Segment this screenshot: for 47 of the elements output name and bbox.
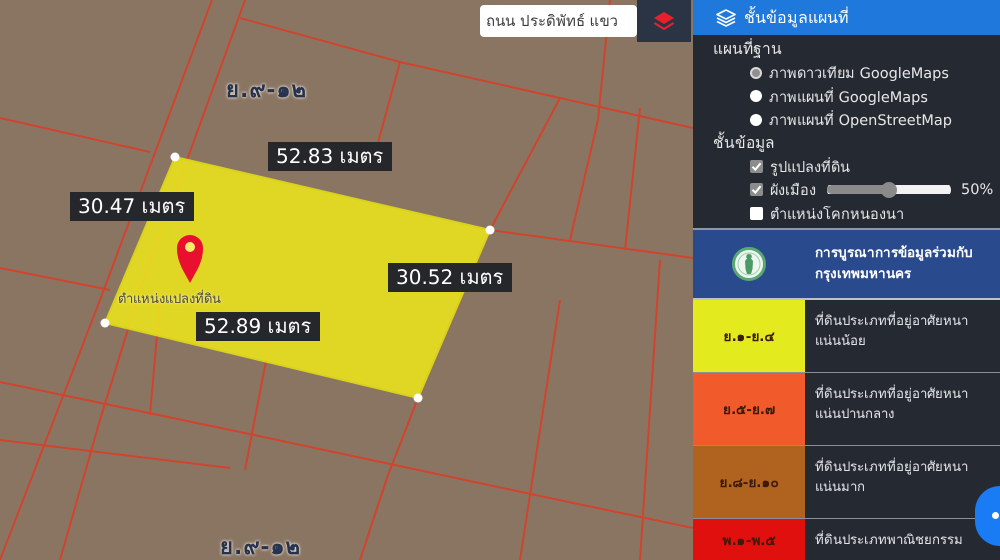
checkbox-label[interactable]: ตำแหน่งโคกหนองนา [770, 202, 904, 225]
section-heading: ชั้นข้อมูล [713, 132, 775, 154]
checkmark-icon [751, 160, 762, 172]
radio-button[interactable] [750, 90, 762, 102]
checkbox-label[interactable]: รูปแปลงที่ดิน [770, 154, 850, 178]
zone-code-swatch: ย.๘-ย.๑๐ [693, 446, 805, 518]
radio-label[interactable]: ภาพแผนที่ GoogleMaps [769, 84, 928, 108]
radio-label[interactable]: ภาพดาวเทียม GoogleMaps [769, 61, 949, 84]
city-seal-icon [732, 247, 766, 281]
checkbox[interactable] [750, 183, 763, 196]
slider-value: 50% [961, 182, 994, 198]
zone-code-swatch: ย.๕-ย.๗ [693, 373, 805, 445]
floating-action-button[interactable] [975, 486, 1000, 546]
pin-label: ตำแหน่งแปลงที่ดิน [118, 288, 221, 309]
zone-description: ที่ดินประเภทพาณิชยกรรม [805, 519, 975, 560]
dot-icon [992, 512, 999, 519]
distance-label: 52.89 เมตร [196, 312, 320, 341]
checkbox-label[interactable]: ผังเมือง [770, 178, 816, 202]
distance-label: 30.47 เมตร [70, 192, 194, 221]
checkbox[interactable] [750, 206, 763, 220]
zone-description: ที่ดินประเภทที่อยู่อาศัยหนาแน่นปานกลาง [805, 373, 975, 445]
slider-thumb[interactable] [881, 182, 897, 198]
legend-title: การบูรณาการข้อมูลร่วมกับ กรุงเทพมหานคร [814, 244, 974, 284]
radio-label[interactable]: ภาพแผนที่ OpenStreetMap [769, 108, 952, 132]
zone-label: ย.๙-๑๒ [220, 534, 302, 560]
zone-description: ที่ดินประเภทที่อยู่อาศัยหนาแน่นน้อย [805, 300, 975, 372]
zone-label: ย.๙-๑๒ [226, 77, 308, 105]
vertex-dot [170, 152, 180, 162]
zone-code-swatch: พ.๑-พ.๕ [693, 519, 805, 560]
layers-icon [716, 8, 736, 26]
vertex-dot [414, 394, 422, 402]
search-field[interactable]: ถนน ประดิพัทธ์ แขว [480, 5, 637, 37]
checkbox[interactable] [750, 160, 763, 173]
radio-button[interactable] [750, 114, 762, 126]
location-pin-icon [177, 235, 203, 283]
checkmark-icon [751, 184, 762, 196]
radio-button[interactable] [750, 66, 762, 79]
vertex-dot [486, 226, 494, 234]
zone-code-swatch: ย.๑-ย.๔ [693, 300, 805, 372]
panel-title: ชั้นข้อมูลแผนที่ [744, 5, 849, 30]
vertex-dot [100, 318, 110, 328]
zone-description: ที่ดินประเภทที่อยู่อาศัยหนาแน่นมาก [805, 446, 975, 518]
section-heading: แผนที่ฐาน [713, 38, 783, 60]
distance-label: 52.83 เมตร [268, 142, 392, 171]
layers-icon [653, 11, 675, 31]
layers-button[interactable] [637, 0, 691, 42]
distance-label: 30.52 เมตร [388, 263, 512, 292]
